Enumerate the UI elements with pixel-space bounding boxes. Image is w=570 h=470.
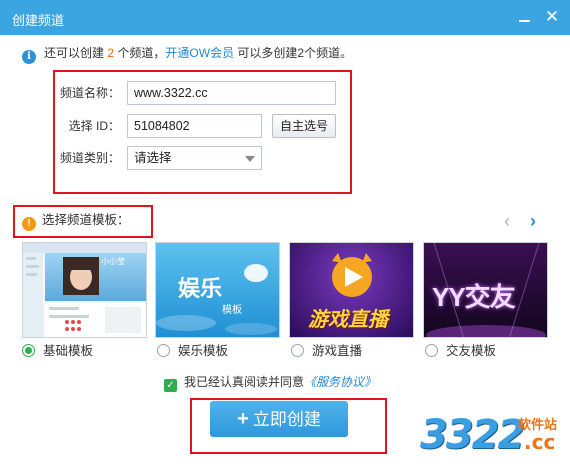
agreement-text: 我已经认真阅读并同意: [184, 375, 305, 389]
vip-link[interactable]: 开通OW会员: [165, 46, 234, 60]
radio-dating[interactable]: [425, 344, 438, 357]
game-preview-main: 游戏直播: [308, 309, 388, 331]
next-arrow-icon[interactable]: ›: [526, 212, 540, 230]
service-agreement-link[interactable]: 《服务协议》: [304, 375, 376, 389]
info-suffix: 可以多创建2个频道。: [237, 46, 353, 60]
title-bar: 创建频道 ✕: [0, 0, 570, 35]
template-option-dating[interactable]: 交友模板: [425, 342, 496, 360]
create-button-label: 立即创建: [252, 410, 321, 429]
site-watermark-logo: 3322 软件站 .cc: [420, 408, 570, 468]
template-option-entertainment[interactable]: 娱乐模板: [157, 342, 228, 360]
basic-preview-name: 小小莹: [101, 257, 125, 266]
channel-id-input[interactable]: 51084802: [127, 114, 262, 138]
window-title: 创建频道: [12, 13, 65, 28]
agreement-checkbox[interactable]: ✓: [164, 379, 177, 392]
category-select[interactable]: 请选择: [127, 146, 262, 170]
chevron-down-icon: [245, 156, 255, 162]
watermark-domain: .cc: [524, 430, 556, 454]
template-thumb-basic[interactable]: 小小莹: [22, 242, 147, 338]
channel-name-input[interactable]: www.3322.cc: [127, 81, 336, 105]
info-count: 2: [107, 46, 115, 60]
minimize-icon[interactable]: [517, 9, 533, 25]
info-middle: 个频道，: [117, 46, 166, 60]
select-id-label: 选择 ID：: [68, 119, 120, 133]
template-label-game: 游戏直播: [312, 344, 363, 358]
category-label: 频道类别：: [59, 151, 120, 165]
template-label-dating: 交友模板: [446, 344, 497, 358]
dating-preview-main: YY交友: [432, 282, 516, 312]
template-thumb-entertainment[interactable]: 娱乐 模板: [155, 242, 280, 338]
close-icon[interactable]: ✕: [543, 8, 561, 26]
agreement-line: ✓ 我已经认真阅读并同意《服务协议》: [164, 374, 376, 392]
create-channel-button[interactable]: + 立即创建: [210, 401, 348, 437]
entertainment-preview-main: 娱乐: [178, 276, 223, 301]
info-prefix: 还可以创建: [44, 46, 105, 60]
channel-name-label: 频道名称：: [59, 86, 120, 100]
template-option-basic[interactable]: 基础模板: [22, 342, 93, 360]
quota-info: i 还可以创建 2 个频道，开通OW会员 可以多创建2个频道。: [22, 45, 353, 64]
entertainment-preview-sub: 模板: [222, 305, 242, 316]
plus-icon: +: [237, 408, 249, 430]
basic-template-preview: [23, 243, 146, 337]
custom-id-button[interactable]: 自主选号: [272, 114, 336, 138]
warning-icon: !: [22, 217, 36, 231]
radio-basic[interactable]: [22, 344, 35, 357]
radio-game[interactable]: [291, 344, 304, 357]
prev-arrow-icon[interactable]: ‹: [500, 212, 514, 230]
template-option-game[interactable]: 游戏直播: [291, 342, 362, 360]
template-thumb-dating[interactable]: YY交友: [423, 242, 548, 338]
info-icon: i: [22, 50, 36, 64]
template-label-entertainment: 娱乐模板: [178, 344, 229, 358]
template-heading: ! 选择频道模板：: [22, 212, 130, 231]
template-heading-text: 选择频道模板：: [42, 213, 130, 227]
radio-entertainment[interactable]: [157, 344, 170, 357]
template-label-basic: 基础模板: [43, 344, 94, 358]
watermark-digits: 3322: [420, 412, 525, 458]
template-thumb-game[interactable]: 游戏直播: [289, 242, 414, 338]
category-value: 请选择: [134, 151, 172, 165]
